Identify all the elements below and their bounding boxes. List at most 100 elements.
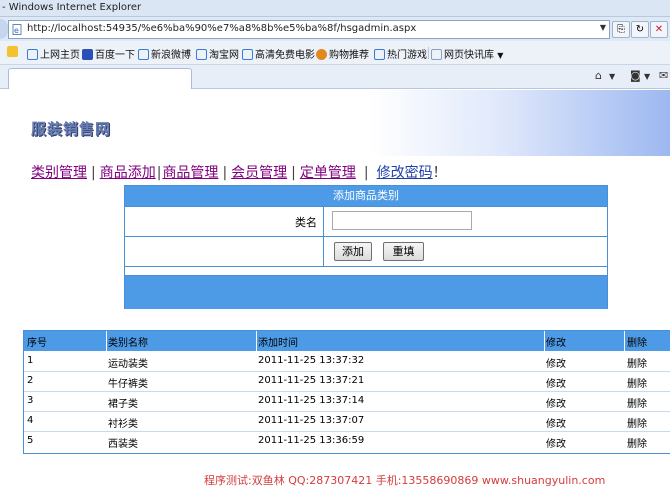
nav-separator: | [156,165,162,181]
window-title: - Windows Internet Explorer [2,2,142,13]
fav-item-7[interactable]: 网页快讯库 ▼ [431,46,504,61]
window-titlebar: - Windows Internet Explorer [0,0,670,17]
page-banner: 服装销售网 [0,90,670,156]
row-divider [24,411,670,412]
nav-category[interactable]: 类别管理 [31,165,87,181]
header-divider [624,331,625,351]
nav-suffix: ！ [432,165,447,181]
nav-change-password[interactable]: 修改密码 [377,165,433,181]
cell-id: 2 [27,375,34,386]
address-url: http://localhost:54935/%e6%ba%90%e7%a8%8… [27,23,417,34]
nav-separator: | [291,165,296,181]
nav-separator: | [363,165,369,181]
nav-members[interactable]: 会员管理 [231,165,287,181]
row-divider [24,431,670,432]
cell-name: 裙子类 [108,399,138,410]
tab-row: ⌂ ▼ ◙ ▼ ✉ [0,65,670,89]
admin-nav: 类别管理 | 商品添加|商品管理 | 会员管理 | 定单管理 | 修改密码！ [31,162,447,182]
form-title: 添加商品类别 [125,186,607,206]
row-divider [24,391,670,392]
cell-time: 2011-11-25 13:37:14 [258,395,365,406]
favorites-star-icon[interactable] [7,46,20,60]
fav-item-6[interactable]: 热门游戏 [374,46,427,61]
ie-icon [242,49,253,60]
fav-item-3[interactable]: 淘宝网 [196,46,239,61]
col-header-name: 类别名称 [108,338,148,349]
header-divider [544,331,545,351]
add-category-form: 添加商品类别 类名 添加 重填 [124,185,608,309]
favorites-bar: 上网主页 百度一下 新浪微博 淘宝网 高清免费电影 购物推荐 热门游戏 网页快讯… [0,41,670,65]
add-button[interactable]: 添加 [334,242,372,261]
edit-link[interactable]: 修改 [546,355,566,370]
cell-time: 2011-11-25 13:37:32 [258,355,365,366]
col-header-time: 添加时间 [258,338,298,349]
delete-link[interactable]: 删除 [627,415,647,430]
cell-time: 2011-11-25 13:36:59 [258,435,365,446]
home-dropdown-icon[interactable]: ▼ [609,72,615,81]
page-content: 服装销售网 类别管理 | 商品添加|商品管理 | 会员管理 | 定单管理 | 修改密码！ 添加商… [0,90,670,487]
header-divider [256,331,257,351]
nav-separator: | [222,165,228,181]
fav-item-0[interactable]: 上网主页 [27,46,80,61]
cell-name: 衬衫类 [108,419,138,430]
cell-name: 牛仔裤类 [108,379,148,390]
refresh-icon[interactable]: ↻ [631,21,649,38]
cell-name: 运动装类 [108,359,148,370]
edit-link[interactable]: 修改 [546,415,566,430]
edit-link[interactable]: 修改 [546,375,566,390]
rss-dropdown-icon[interactable]: ▼ [644,72,650,81]
nav-separator: | [91,165,96,181]
form-row-spacer [125,266,607,275]
col-header-edit: 修改 [546,338,566,349]
delete-link[interactable]: 删除 [627,435,647,450]
form-column-divider [323,206,324,266]
nav-add-product[interactable]: 商品添加 [100,165,156,181]
chevron-down-icon: ▼ [497,51,504,60]
fav-item-1[interactable]: 百度一下 [82,46,135,61]
address-dropdown-icon[interactable]: ▼ [600,23,606,32]
category-name-input[interactable] [332,211,472,230]
edit-link[interactable]: 修改 [546,395,566,410]
browser-tab[interactable] [8,68,192,89]
address-bar[interactable]: e http://localhost:54935/%e6%ba%90%e7%a8… [8,20,610,39]
mail-icon[interactable]: ✉ [659,69,668,82]
fav-item-2[interactable]: 新浪微博 [138,46,191,61]
delete-link[interactable]: 删除 [627,395,647,410]
address-row: e http://localhost:54935/%e6%ba%90%e7%a8… [0,17,670,41]
site-logo: 服装销售网 [31,120,112,138]
col-header-delete: 删除 [627,338,647,349]
reset-button[interactable]: 重填 [383,242,424,261]
cell-id: 4 [27,415,34,426]
delete-link[interactable]: 删除 [627,355,647,370]
cell-id: 5 [27,435,34,446]
stop-icon[interactable]: ✕ [650,21,668,38]
ie-icon [196,49,207,60]
nav-manage-product[interactable]: 商品管理 [162,165,218,181]
fav-item-4[interactable]: 高清免费电影 [242,46,315,61]
home-icon[interactable]: ⌂ [595,69,602,82]
favorites-divider [428,47,429,59]
delete-link[interactable]: 删除 [627,375,647,390]
nav-orders[interactable]: 定单管理 [300,165,356,181]
category-table: 序号 类别名称 添加时间 修改 删除 1 运动装类 2011-11-25 13:… [23,330,670,454]
header-divider [106,331,107,351]
edit-link[interactable]: 修改 [546,435,566,450]
cell-id: 3 [27,395,34,406]
cell-time: 2011-11-25 13:37:21 [258,375,365,386]
col-header-id: 序号 [27,338,47,349]
paw-icon [82,49,93,60]
row-divider [24,371,670,372]
svg-text:e: e [14,26,19,35]
page-footer: 程序测试:双鱼林 QQ:287307421 手机:13558690869 www… [204,474,606,487]
star-icon [7,46,18,57]
ie-icon [138,49,149,60]
back-button[interactable] [0,19,8,39]
compatibility-icon[interactable]: ⎘ [612,21,630,38]
fav-item-5[interactable]: 购物推荐 [316,46,369,61]
shopping-icon [316,49,327,60]
ie-icon [374,49,385,60]
cell-time: 2011-11-25 13:37:07 [258,415,365,426]
ie-page-icon: e [12,24,22,35]
feed-icon [431,49,442,60]
rss-icon[interactable]: ◙ [630,69,641,82]
